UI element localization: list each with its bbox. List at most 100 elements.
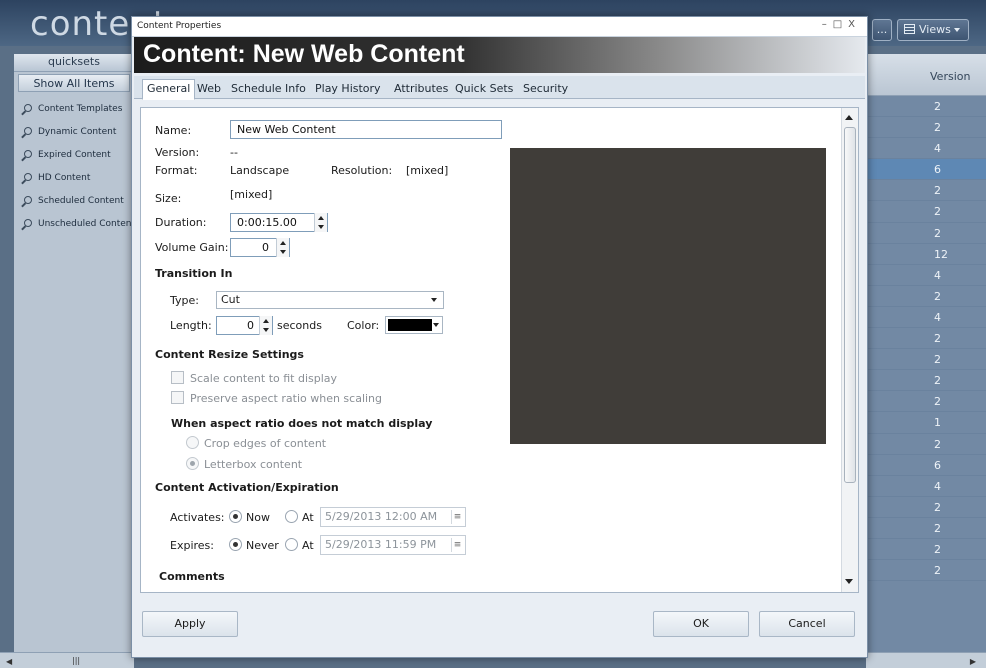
scroll-left-icon[interactable]: ◀ [6, 657, 12, 666]
activates-at-radio[interactable] [285, 510, 298, 523]
transition-length-label: Length: [170, 319, 212, 332]
ok-button[interactable]: OK [653, 611, 749, 637]
tab-quick-sets[interactable]: Quick Sets [451, 80, 517, 99]
maximize-icon[interactable]: □ [833, 19, 848, 30]
volume-gain-label: Volume Gain: [155, 241, 229, 254]
tab-general[interactable]: General [142, 79, 196, 100]
aspect-mismatch-heading: When aspect ratio does not match display [171, 417, 433, 430]
seconds-label: seconds [277, 319, 322, 332]
show-all-items-button[interactable]: Show All Items [18, 74, 130, 92]
resize-settings-heading: Content Resize Settings [155, 348, 304, 361]
version-cell[interactable]: 2 [866, 201, 986, 223]
version-cell[interactable]: 4 [866, 307, 986, 329]
version-cell[interactable]: 2 [866, 328, 986, 350]
preserve-aspect-checkbox[interactable] [171, 391, 184, 404]
activates-datetime-input[interactable]: 5/29/2013 12:00 AM ≡ [320, 507, 466, 527]
version-cell[interactable]: 4 [866, 138, 986, 160]
quickset-item[interactable]: Unscheduled Content [14, 213, 134, 236]
version-list: 2 2 4 6 2 2 2 12 4 2 4 2 2 2 2 1 2 6 4 2 2 2 2 [866, 96, 986, 582]
scroll-thumb[interactable] [844, 127, 856, 483]
close-icon[interactable]: X [848, 19, 861, 30]
search-icon [24, 196, 32, 204]
views-label: Views [919, 23, 951, 36]
expires-at-radio[interactable] [285, 538, 298, 551]
version-cell[interactable]: 2 [866, 117, 986, 139]
version-cell[interactable]: 2 [866, 223, 986, 244]
transition-color-picker[interactable] [385, 316, 443, 334]
views-button[interactable]: Views [897, 19, 969, 41]
version-cell[interactable]: 2 [866, 539, 986, 561]
scale-content-checkbox[interactable] [171, 371, 184, 384]
quickset-item[interactable]: Expired Content [14, 144, 134, 167]
quickset-item[interactable]: HD Content [14, 167, 134, 190]
scroll-thumb[interactable]: ||| [72, 656, 80, 665]
version-cell[interactable]: 2 [866, 370, 986, 392]
dialog-titlebar[interactable]: Content Properties –□X [132, 17, 867, 37]
version-header[interactable]: Version [866, 54, 986, 96]
activates-now-label: Now [246, 511, 270, 524]
quicksets-title: quicksets [14, 54, 134, 72]
version-cell[interactable]: 2 [866, 434, 986, 455]
version-cell[interactable]: 2 [866, 518, 986, 539]
color-swatch [388, 319, 432, 331]
tab-play-history[interactable]: Play History [311, 80, 385, 99]
resolution-value: [mixed] [406, 164, 449, 177]
calendar-icon[interactable]: ≡ [451, 538, 463, 552]
activates-now-radio[interactable] [229, 510, 242, 523]
content-banner: Content: New Web Content [134, 37, 865, 73]
horizontal-scrollbar-right[interactable]: ▶ [866, 652, 986, 668]
preserve-aspect-label: Preserve aspect ratio when scaling [190, 392, 383, 405]
quickset-item[interactable]: Content Templates [14, 98, 134, 121]
version-label: Version: [155, 146, 200, 159]
scroll-right-icon[interactable]: ▶ [970, 657, 976, 666]
version-cell[interactable]: 2 [866, 391, 986, 413]
size-value: [mixed] [230, 188, 273, 201]
tab-schedule-info[interactable]: Schedule Info [227, 80, 310, 99]
scroll-up-icon[interactable] [845, 115, 853, 120]
version-cell[interactable]: 4 [866, 476, 986, 497]
version-cell[interactable]: 12 [866, 244, 986, 265]
expires-datetime-input[interactable]: 5/29/2013 11:59 PM ≡ [320, 535, 466, 555]
minimize-icon[interactable]: – [822, 19, 833, 30]
quickset-item[interactable]: Scheduled Content [14, 190, 134, 213]
version-cell[interactable]: 2 [866, 286, 986, 307]
version-cell[interactable]: 2 [866, 497, 986, 518]
quickset-item[interactable]: Dynamic Content [14, 121, 134, 144]
chevron-down-icon [433, 323, 439, 327]
transition-type-select[interactable]: Cut [216, 291, 444, 309]
version-cell[interactable]: 4 [866, 265, 986, 286]
transition-length-spinner[interactable] [259, 316, 272, 335]
name-input[interactable]: New Web Content [230, 120, 502, 139]
tab-attributes[interactable]: Attributes [390, 80, 452, 99]
dialog-title: Content Properties [137, 21, 222, 31]
resolution-label: Resolution: [331, 164, 393, 177]
version-cell[interactable]: 2 [866, 96, 986, 118]
cancel-button[interactable]: Cancel [759, 611, 855, 637]
activation-heading: Content Activation/Expiration [155, 481, 339, 494]
expires-at-label: At [302, 539, 314, 552]
horizontal-scrollbar[interactable]: ◀ ||| [0, 652, 134, 668]
quicksets-panel: quicksets Show All Items Content Templat… [14, 54, 134, 652]
vertical-scrollbar[interactable] [841, 108, 858, 592]
crop-edges-radio[interactable] [186, 436, 199, 449]
tab-bar: General Web Schedule Info Play History A… [134, 76, 865, 100]
duration-spinner[interactable] [314, 213, 327, 232]
version-cell[interactable]: 2 [866, 180, 986, 202]
version-cell[interactable]: 1 [866, 412, 986, 434]
apply-button[interactable]: Apply [142, 611, 238, 637]
tab-security[interactable]: Security [519, 80, 572, 99]
tab-web[interactable]: Web [193, 80, 225, 99]
letterbox-radio[interactable] [186, 457, 199, 470]
version-cell[interactable]: 6 [866, 159, 986, 181]
letterbox-label: Letterbox content [204, 458, 303, 471]
version-cell[interactable]: 2 [866, 560, 986, 582]
version-cell[interactable]: 6 [866, 455, 986, 476]
volume-gain-spinner[interactable] [276, 238, 289, 257]
expires-never-radio[interactable] [229, 538, 242, 551]
search-icon [24, 219, 32, 227]
content-properties-dialog: Content Properties –□X Content: New Web … [131, 16, 868, 658]
version-cell[interactable]: 2 [866, 349, 986, 371]
scroll-down-icon[interactable] [845, 579, 853, 584]
more-button[interactable]: ... [872, 19, 892, 41]
calendar-icon[interactable]: ≡ [451, 510, 463, 524]
